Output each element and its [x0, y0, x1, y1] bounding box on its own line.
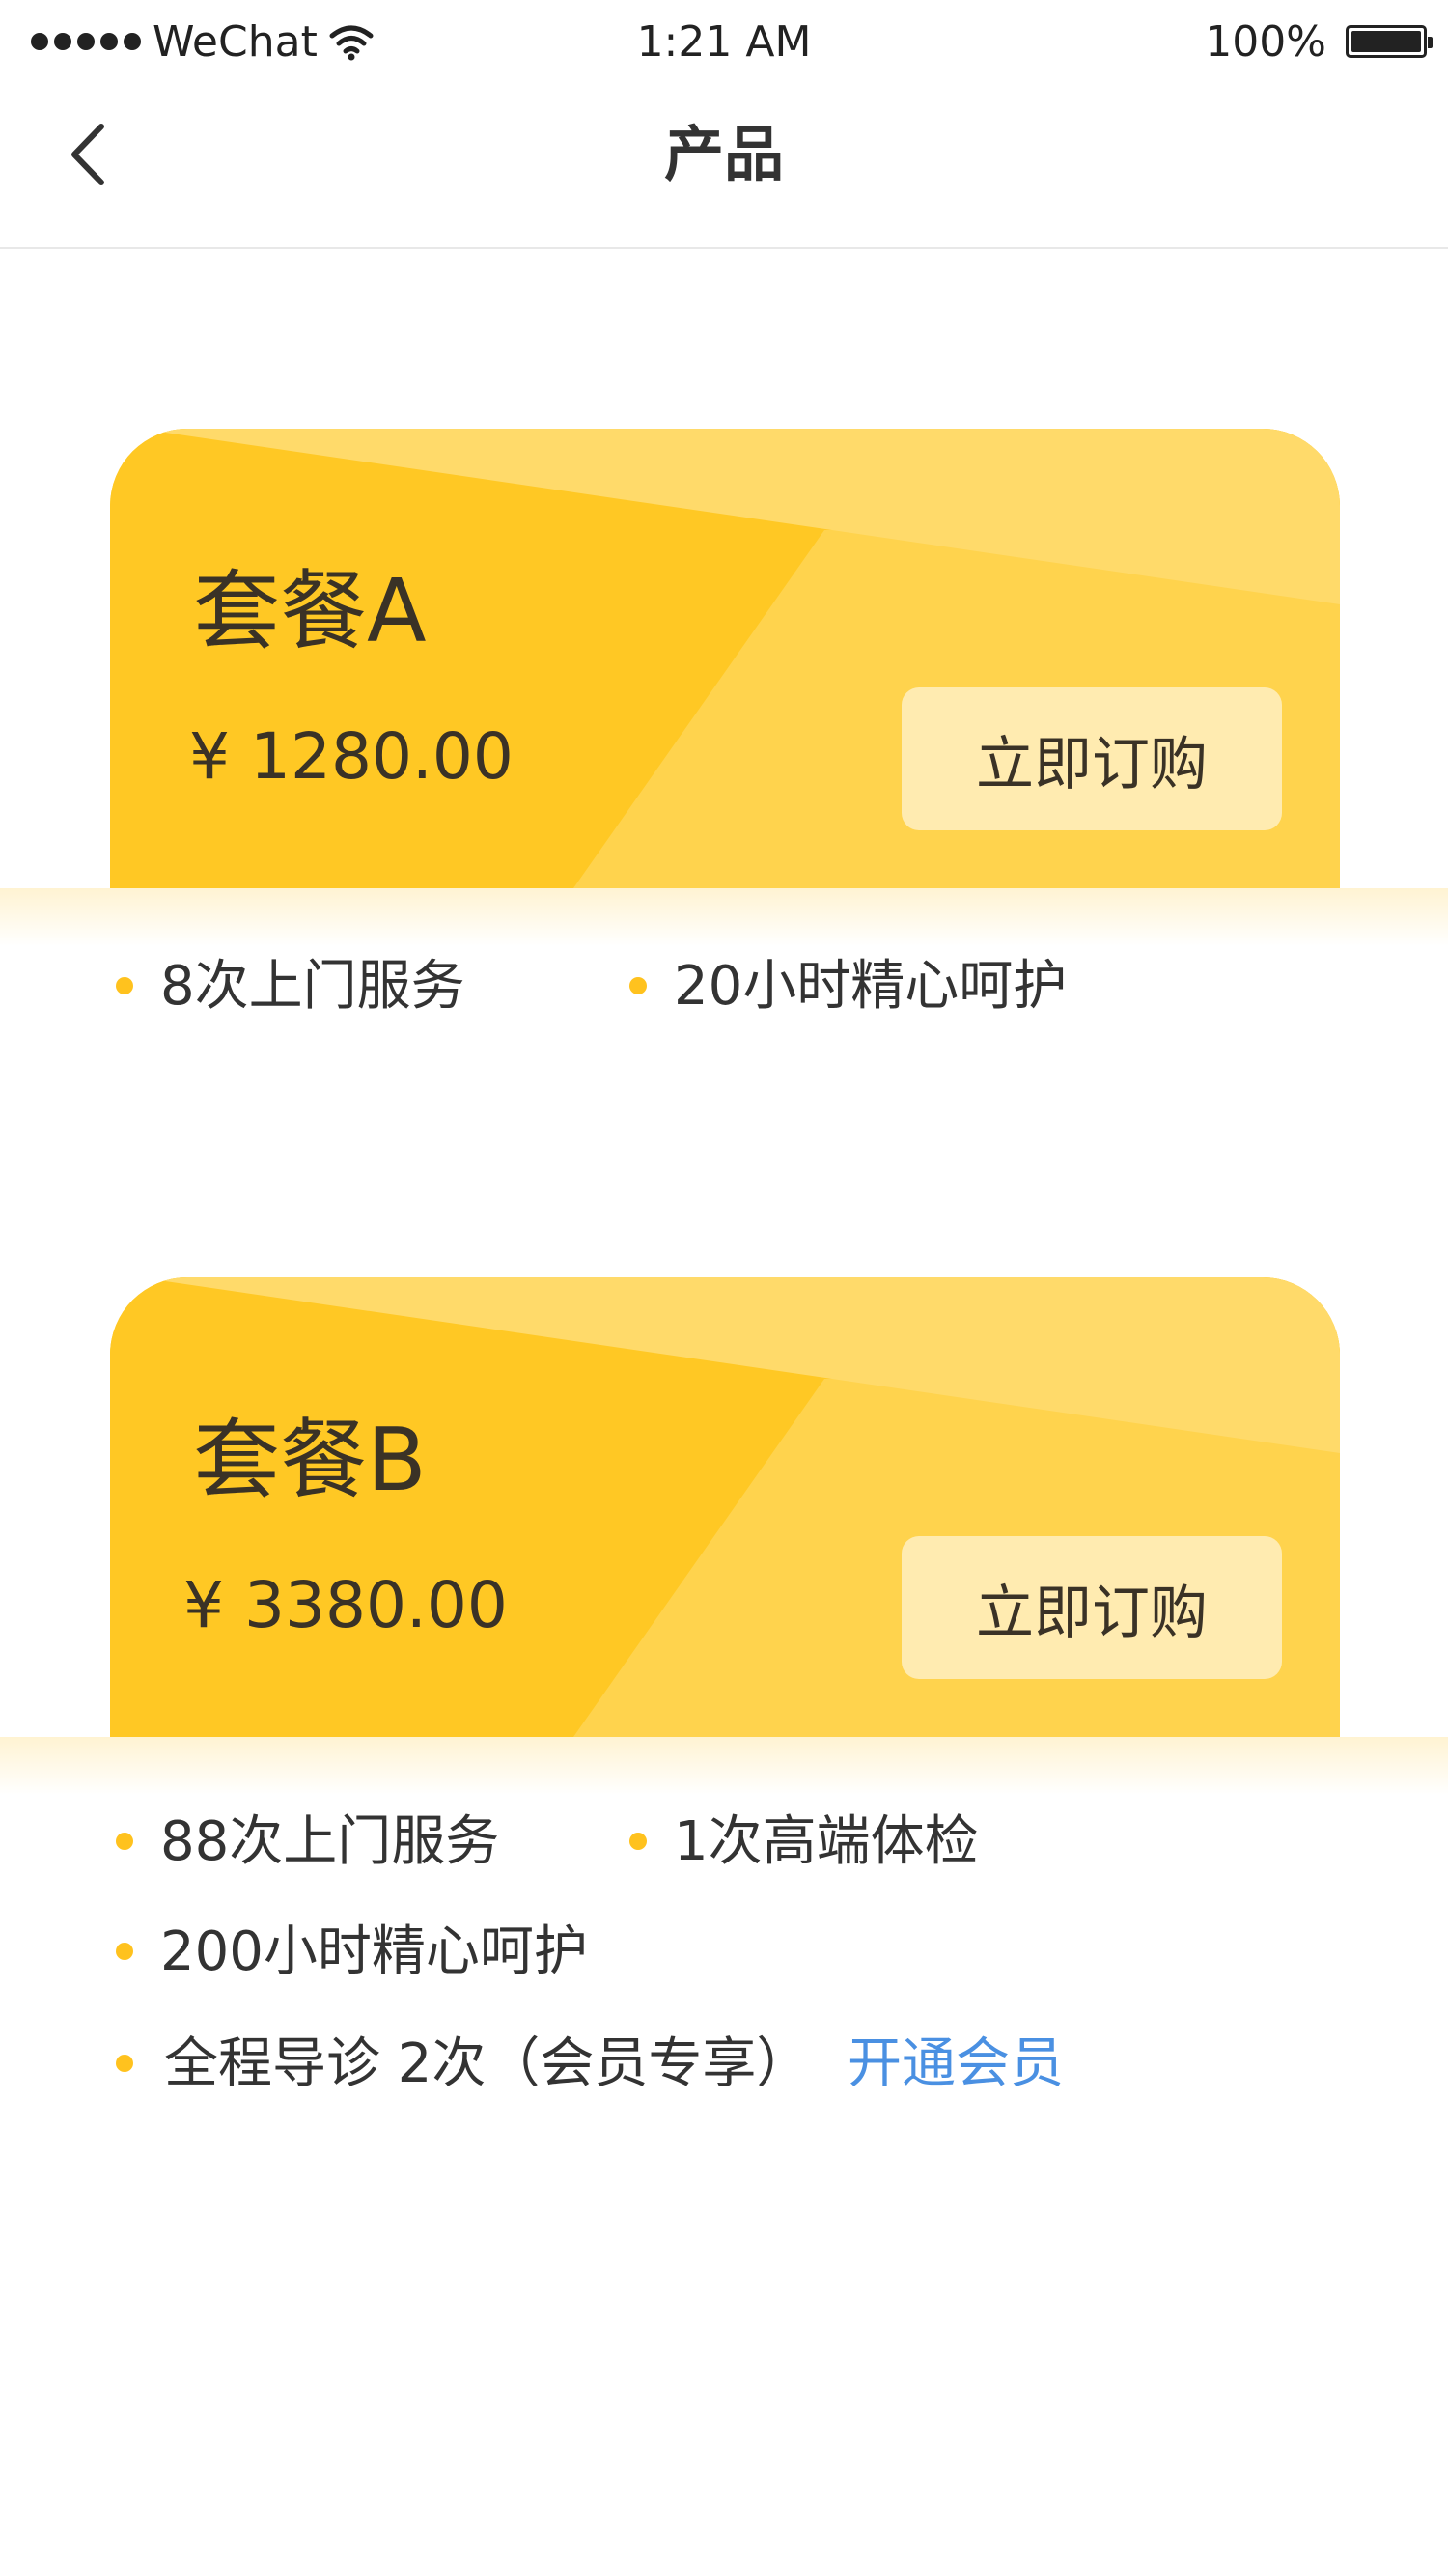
package-name: 套餐B — [193, 1410, 427, 1511]
bullet-dot-icon — [116, 1833, 133, 1850]
feature-item: 1次高端体检 — [674, 1810, 979, 1873]
feature-item: 88次上门服务 — [160, 1810, 500, 1873]
battery-icon — [1346, 25, 1433, 58]
package-price: ¥ 3380.00 — [183, 1568, 508, 1642]
feature-item: 20小时精心呵护 — [674, 955, 1068, 1018]
open-membership-link[interactable]: 开通会员 — [848, 2026, 1064, 2103]
package-name: 套餐A — [193, 561, 427, 662]
package-price: ¥ 1280.00 — [189, 719, 514, 794]
package-header: 套餐A ¥ 1280.00 立即订购 — [110, 429, 1340, 888]
bullet-dot-icon — [629, 1833, 647, 1850]
navigation-bar: 产品 — [0, 87, 1448, 249]
back-button[interactable] — [48, 106, 125, 203]
feature-item: 200小时精心呵护 — [160, 1920, 588, 1983]
card-fade-divider — [0, 1737, 1448, 1795]
status-right: 100% — [1205, 16, 1433, 67]
order-now-button[interactable]: 立即订购 — [902, 687, 1282, 830]
battery-percent: 100% — [1205, 16, 1326, 67]
bullet-dot-icon — [116, 1943, 133, 1960]
bullet-dot-icon — [116, 977, 133, 994]
feature-item: 8次上门服务 — [160, 955, 465, 1018]
package-header: 套餐B ¥ 3380.00 立即订购 — [110, 1277, 1340, 1737]
chevron-left-icon — [71, 124, 104, 185]
page-title: 产品 — [663, 119, 784, 189]
feature-item: 全程导诊 2次（会员专享） — [164, 2032, 811, 2095]
status-bar: WeChat 1:21 AM 100% — [0, 0, 1448, 87]
bullet-dot-icon — [629, 977, 647, 994]
order-now-button[interactable]: 立即订购 — [902, 1536, 1282, 1679]
bullet-dot-icon — [116, 2055, 133, 2072]
card-fade-divider — [0, 888, 1448, 946]
